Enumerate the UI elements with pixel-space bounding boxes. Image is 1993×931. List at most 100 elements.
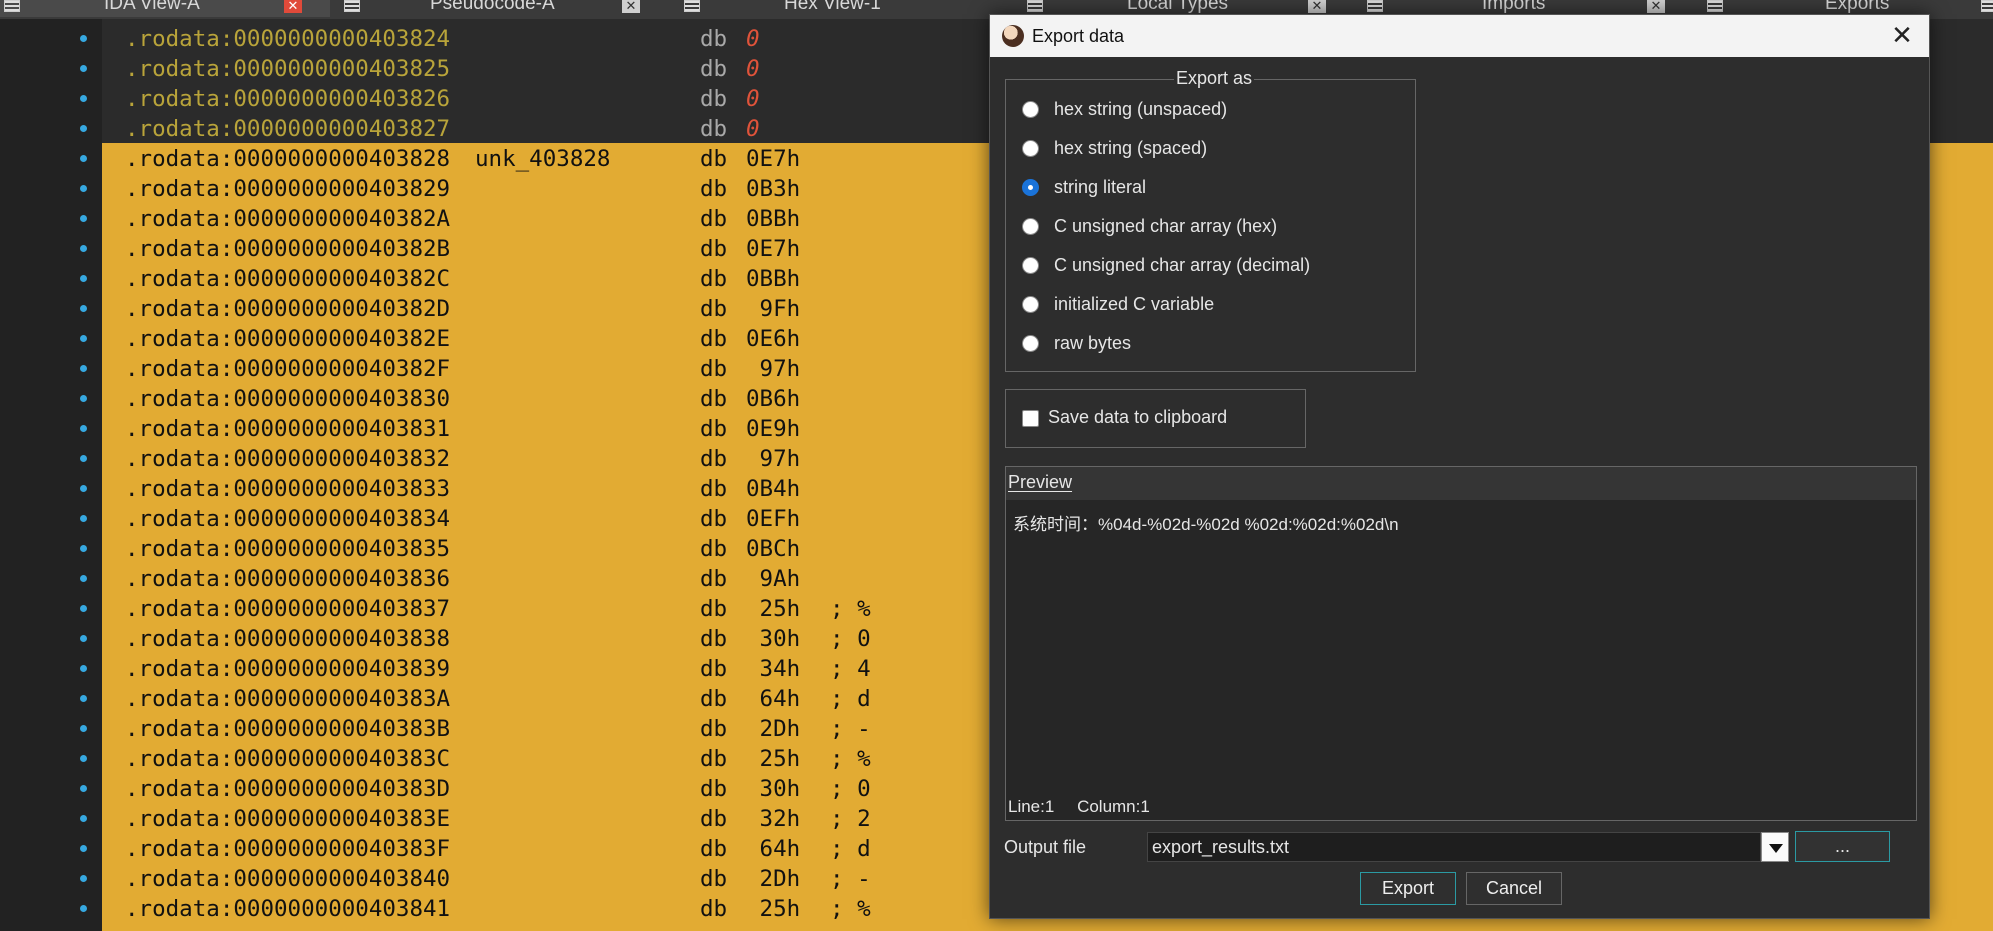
bullet-icon: [80, 35, 87, 42]
row-directive: db: [700, 236, 728, 262]
row-address: .rodata:000000000040382C: [125, 266, 451, 292]
row-value: 0: [746, 26, 760, 52]
row-directive: db: [700, 506, 728, 532]
status-column: Column:1: [1077, 797, 1150, 816]
clipboard-group: Save data to clipboard: [1005, 389, 1306, 448]
hex-icon: [684, 0, 700, 12]
row-address: .rodata:0000000000403829: [125, 176, 451, 202]
bullet-icon: [80, 815, 87, 822]
option-c-array-hex[interactable]: C unsigned char array (hex): [1022, 213, 1277, 239]
export-as-label: Export as: [1174, 68, 1255, 89]
row-comment: ; -: [830, 866, 871, 892]
bullet-icon: [80, 425, 87, 432]
view-icon: [1981, 0, 1993, 12]
bullet-icon: [80, 155, 87, 162]
row-value: 30h: [746, 776, 801, 802]
row-directive: db: [700, 776, 728, 802]
option-label: string literal: [1054, 176, 1147, 197]
row-directive: db: [700, 866, 728, 892]
cancel-button[interactable]: Cancel: [1466, 872, 1562, 905]
output-file-input[interactable]: [1148, 833, 1760, 861]
export-as-group: Export as hex string (unspaced) hex stri…: [1005, 68, 1416, 372]
row-value: 0EFh: [746, 506, 801, 532]
option-raw-bytes[interactable]: raw bytes: [1022, 330, 1131, 356]
radio-button[interactable]: [1022, 334, 1039, 352]
preview-text[interactable]: 系统时间：%04d-%02d-%02d %02d:%02d:%02d\n: [1013, 510, 1399, 535]
row-address: .rodata:000000000040382B: [125, 236, 451, 262]
row-address: .rodata:0000000000403827: [125, 116, 451, 142]
bullet-icon: [80, 635, 87, 642]
row-value: 97h: [746, 356, 801, 382]
view-icon: [4, 0, 20, 12]
row-value: 0: [746, 116, 760, 142]
row-comment: ; %: [830, 896, 871, 922]
row-address: .rodata:000000000040383B: [125, 716, 451, 742]
row-address: .rodata:0000000000403835: [125, 536, 451, 562]
row-value: 64h: [746, 686, 801, 712]
row-directive: db: [700, 176, 728, 202]
row-directive: db: [700, 416, 728, 442]
close-icon[interactable]: ✕: [622, 0, 640, 13]
bullet-icon: [80, 575, 87, 582]
close-icon[interactable]: ✕: [284, 0, 302, 13]
row-comment: ; 0: [830, 776, 871, 802]
row-directive: db: [700, 56, 728, 82]
row-address: .rodata:0000000000403830: [125, 386, 451, 412]
tab-pseudocode-a[interactable]: Pseudocode-A ✕: [336, 0, 646, 17]
tab-ida-view-a[interactable]: IDA View-A ✕: [0, 0, 330, 17]
row-comment: ; %: [830, 746, 871, 772]
bullet-icon: [80, 665, 87, 672]
close-icon[interactable]: ✕: [1308, 0, 1326, 13]
output-file-label: Output file: [1004, 837, 1087, 857]
bullet-icon: [80, 305, 87, 312]
radio-button[interactable]: [1022, 217, 1039, 235]
radio-button[interactable]: [1022, 139, 1039, 157]
browse-button[interactable]: ...: [1795, 831, 1890, 862]
row-directive: db: [700, 116, 728, 142]
preview-header: Preview: [1006, 467, 1916, 500]
tab-hex-view-1[interactable]: Hex View-1: [680, 0, 990, 17]
row-directive: db: [700, 836, 728, 862]
tab-label: Exports: [1825, 0, 1890, 14]
bullet-icon: [80, 515, 87, 522]
row-value: 0: [746, 56, 760, 82]
bullet-icon: [80, 65, 87, 72]
clipboard-label[interactable]: Save data to clipboard: [1048, 407, 1227, 428]
option-c-variable[interactable]: initialized C variable: [1022, 291, 1214, 317]
row-value: 2Dh: [746, 866, 801, 892]
row-address: .rodata:0000000000403828: [125, 146, 451, 172]
radio-button[interactable]: [1022, 256, 1039, 274]
clipboard-checkbox[interactable]: [1022, 410, 1039, 427]
dialog-titlebar[interactable]: Export data ✕: [990, 15, 1929, 57]
radio-button[interactable]: [1022, 295, 1039, 313]
preview-status: Line:1 Column:1: [1008, 797, 1168, 817]
row-value: 0BCh: [746, 536, 801, 562]
row-value: 9Ah: [746, 566, 801, 592]
row-directive: db: [700, 206, 728, 232]
row-value: 64h: [746, 836, 801, 862]
close-icon[interactable]: ✕: [1647, 0, 1665, 13]
radio-button-selected[interactable]: [1022, 178, 1039, 196]
radio-button[interactable]: [1022, 100, 1039, 118]
output-history-dropdown[interactable]: [1761, 832, 1789, 862]
option-hex-unspaced[interactable]: hex string (unspaced): [1022, 96, 1227, 122]
row-comment: ; -: [830, 716, 871, 742]
option-string-literal[interactable]: string literal: [1022, 174, 1146, 200]
export-button[interactable]: Export: [1360, 872, 1456, 905]
row-directive: db: [700, 146, 728, 172]
close-icon[interactable]: ✕: [1887, 20, 1917, 50]
tab-label: Local Types: [1127, 0, 1229, 14]
bullet-icon: [80, 755, 87, 762]
option-label: C unsigned char array (decimal): [1054, 254, 1311, 275]
row-directive: db: [700, 86, 728, 112]
option-hex-spaced[interactable]: hex string (spaced): [1022, 135, 1207, 161]
row-comment: ; 2: [830, 806, 871, 832]
option-c-array-decimal[interactable]: C unsigned char array (decimal): [1022, 252, 1310, 278]
pseudocode-icon: [344, 0, 360, 12]
row-value: 0BBh: [746, 266, 801, 292]
row-directive: db: [700, 896, 728, 922]
output-file-field[interactable]: [1147, 832, 1761, 862]
types-icon: [1027, 0, 1043, 12]
dialog-title: Export data: [1032, 26, 1125, 46]
export-data-dialog: Export data ✕ Export as hex string (unsp…: [989, 14, 1930, 919]
